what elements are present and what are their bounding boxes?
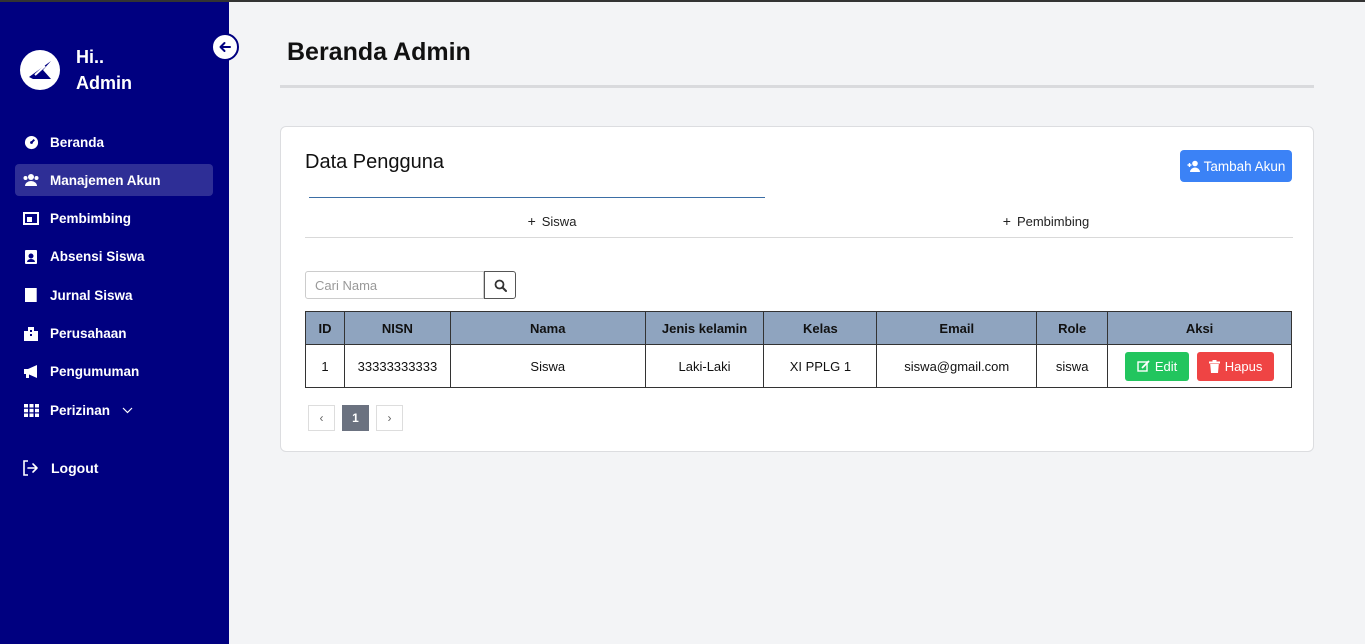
cell-id: 1	[305, 344, 345, 388]
table-header-row: ID NISN Nama Jenis kelamin Kelas Email R…	[305, 311, 1292, 345]
column-header-email[interactable]: Email	[876, 311, 1038, 345]
greeting-text: Hi..	[76, 47, 105, 67]
plus-icon: +	[1002, 213, 1011, 229]
book-icon	[22, 287, 40, 303]
edit-label: Edit	[1154, 358, 1178, 374]
page-title: Beranda Admin	[287, 38, 471, 66]
dashboard-icon	[22, 134, 40, 150]
sidebar-nav: Beranda Manajemen Akun Pembimbing Absens…	[15, 126, 213, 432]
cell-nama: Siswa	[449, 344, 646, 388]
building-icon	[22, 325, 40, 341]
users-table: ID NISN Nama Jenis kelamin Kelas Email R…	[305, 311, 1292, 388]
user-name: Admin	[76, 73, 132, 93]
cell-kelas: XI PPLG 1	[763, 344, 878, 388]
search-icon	[494, 279, 507, 292]
sidebar-item-perusahaan[interactable]: Perusahaan	[15, 317, 213, 349]
sidebar: Hi.. Admin Beranda Manajemen Akun Pembim…	[0, 2, 239, 644]
edit-icon	[1137, 360, 1150, 372]
pagination: ‹ 1 ›	[308, 405, 410, 431]
chalkboard-teacher-icon	[22, 211, 40, 227]
grid-icon	[22, 402, 40, 418]
megaphone-icon	[22, 364, 40, 380]
logout-button[interactable]: Logout	[22, 460, 98, 476]
sidebar-item-perizinan[interactable]: Perizinan	[15, 394, 213, 426]
sidebar-item-label: Manajemen Akun	[50, 172, 161, 188]
pagination-prev[interactable]: ‹	[308, 405, 335, 431]
sidebar-item-label: Jurnal Siswa	[50, 287, 133, 303]
pagination-next[interactable]: ›	[376, 405, 403, 431]
logout-label: Logout	[51, 460, 99, 476]
column-header-jenis-kelamin[interactable]: Jenis kelamin	[644, 311, 765, 345]
tab-pembimbing[interactable]: + Pembimbing	[799, 205, 1293, 237]
sidebar-item-beranda[interactable]: Beranda	[15, 126, 213, 158]
sidebar-item-label: Perusahaan	[50, 325, 127, 341]
user-data-card: Data Pengguna Tambah Akun + Siswa + Pemb…	[280, 126, 1314, 452]
search-button[interactable]	[484, 271, 516, 299]
column-header-id[interactable]: ID	[305, 311, 345, 345]
add-account-button[interactable]: Tambah Akun	[1180, 150, 1292, 182]
card-title: Data Pengguna	[305, 151, 445, 173]
column-header-role[interactable]: Role	[1036, 311, 1109, 345]
tab-label: Pembimbing	[1016, 213, 1090, 229]
cell-email: siswa@gmail.com	[876, 344, 1038, 388]
sidebar-item-label: Absensi Siswa	[50, 249, 145, 265]
trash-icon	[1208, 359, 1220, 373]
column-header-kelas[interactable]: Kelas	[763, 311, 878, 345]
sidebar-item-manajemen-akun[interactable]: Manajemen Akun	[15, 164, 213, 197]
sidebar-item-absensi-siswa[interactable]: Absensi Siswa	[15, 241, 213, 273]
sidebar-item-label: Perizinan	[50, 402, 111, 418]
table-row: 1 33333333333 Siswa Laki-Laki XI PPLG 1 …	[305, 344, 1292, 388]
chevron-down-icon	[122, 407, 133, 414]
divider	[280, 85, 1314, 88]
column-header-nama[interactable]: Nama	[449, 311, 646, 345]
sidebar-item-pengumuman[interactable]: Pengumuman	[15, 356, 213, 388]
users-icon	[22, 172, 40, 188]
delete-button[interactable]: Hapus	[1197, 351, 1275, 381]
search-bar	[305, 271, 516, 299]
sidebar-item-jurnal-siswa[interactable]: Jurnal Siswa	[15, 279, 213, 311]
user-greeting: Hi.. Admin	[76, 44, 132, 96]
app-logo	[20, 50, 60, 90]
tab-label: Siswa	[541, 213, 577, 229]
edit-button[interactable]: Edit	[1125, 351, 1190, 381]
arrow-left-icon	[219, 42, 231, 52]
sidebar-collapse-button[interactable]	[211, 33, 239, 61]
pagination-page[interactable]: 1	[342, 405, 369, 431]
column-header-aksi: Aksi	[1107, 311, 1292, 345]
sidebar-item-label: Pembimbing	[50, 211, 132, 227]
tab-siswa[interactable]: + Siswa	[305, 205, 799, 237]
cell-nisn: 33333333333	[343, 344, 451, 388]
cell-jenis-kelamin: Laki-Laki	[644, 344, 765, 388]
logout-icon	[22, 460, 39, 476]
id-badge-icon	[22, 249, 40, 265]
add-account-label: Tambah Akun	[1203, 158, 1286, 174]
user-plus-icon	[1187, 160, 1201, 172]
sidebar-item-pembimbing[interactable]: Pembimbing	[15, 203, 213, 235]
sidebar-item-label: Pengumuman	[50, 364, 140, 380]
sidebar-item-label: Beranda	[50, 134, 105, 150]
cell-actions: Edit Hapus	[1107, 344, 1292, 388]
plus-icon: +	[527, 213, 536, 229]
search-input[interactable]	[305, 271, 484, 299]
role-tabs: + Siswa + Pembimbing	[305, 205, 1293, 238]
cell-role: siswa	[1036, 344, 1109, 388]
active-tab-indicator	[309, 197, 765, 198]
delete-label: Hapus	[1224, 358, 1263, 374]
brand: Hi.. Admin	[20, 44, 132, 96]
column-header-nisn[interactable]: NISN	[343, 311, 451, 345]
